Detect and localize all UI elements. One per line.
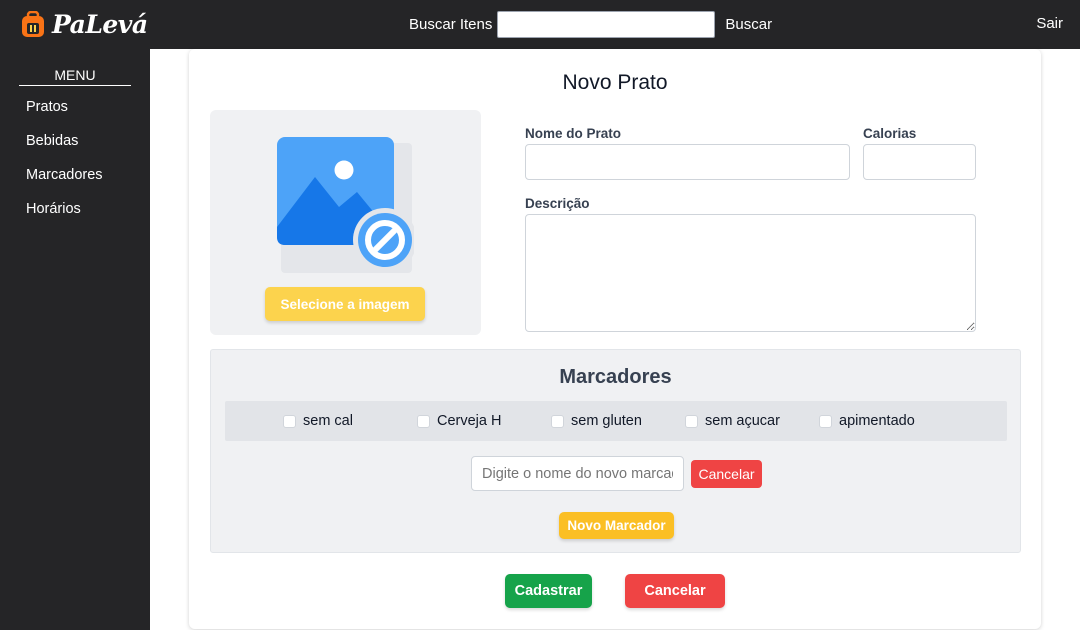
description-field[interactable] bbox=[525, 214, 976, 332]
checkbox[interactable] bbox=[819, 414, 832, 428]
tags-list: sem cal Cerveja H sem gluten sem açucar … bbox=[225, 401, 1007, 441]
search-bar: Buscar Itens Buscar bbox=[409, 11, 772, 38]
search-button[interactable]: Buscar bbox=[725, 16, 772, 33]
checkbox[interactable] bbox=[283, 414, 296, 428]
new-tag-input[interactable] bbox=[471, 456, 684, 491]
tag-label: sem gluten bbox=[571, 413, 642, 429]
tag-checkbox-sem-gluten[interactable]: sem gluten bbox=[551, 413, 642, 429]
app-name: PaLevá bbox=[52, 10, 148, 39]
select-image-button[interactable]: Selecione a imagem bbox=[265, 287, 425, 321]
tags-title: Marcadores bbox=[559, 366, 672, 388]
tag-label: apimentado bbox=[839, 413, 915, 429]
dish-name-field[interactable] bbox=[525, 144, 850, 180]
tag-checkbox-apimentado[interactable]: apimentado bbox=[819, 413, 915, 429]
page-title: Novo Prato bbox=[562, 71, 668, 94]
sidebar-item-pratos[interactable]: Pratos bbox=[26, 99, 68, 115]
search-input[interactable] bbox=[497, 11, 716, 38]
menu-title: MENU bbox=[19, 67, 131, 86]
app-logo[interactable]: PaLevá bbox=[20, 10, 148, 40]
sidebar-item-marcadores[interactable]: Marcadores bbox=[26, 167, 103, 183]
backpack-logo-icon bbox=[20, 10, 46, 39]
calories-label: Calorias bbox=[863, 126, 917, 141]
logout-link[interactable]: Sair bbox=[1036, 15, 1063, 32]
tag-checkbox-cerveja-h[interactable]: Cerveja H bbox=[417, 413, 501, 429]
description-label: Descrição bbox=[525, 196, 590, 211]
checkbox[interactable] bbox=[551, 414, 564, 428]
tag-label: sem cal bbox=[303, 413, 353, 429]
image-upload-panel: Selecione a imagem bbox=[210, 110, 481, 335]
dish-name-label: Nome do Prato bbox=[525, 126, 622, 141]
calories-field[interactable] bbox=[863, 144, 976, 180]
tags-panel: Marcadores sem cal Cerveja H sem gluten … bbox=[210, 349, 1021, 553]
sidebar: MENU Pratos Bebidas Marcadores Horários bbox=[0, 49, 150, 630]
sidebar-item-horarios[interactable]: Horários bbox=[26, 201, 81, 217]
cancel-new-tag-button[interactable]: Cancelar bbox=[691, 460, 762, 488]
submit-button[interactable]: Cadastrar bbox=[505, 574, 592, 608]
tag-checkbox-sem-acucar[interactable]: sem açucar bbox=[685, 413, 780, 429]
sidebar-item-bebidas[interactable]: Bebidas bbox=[26, 133, 78, 149]
new-tag-button[interactable]: Novo Marcador bbox=[559, 512, 674, 539]
checkbox[interactable] bbox=[417, 414, 430, 428]
top-navbar: PaLevá Buscar Itens Buscar Sair bbox=[0, 0, 1080, 49]
tag-label: Cerveja H bbox=[437, 413, 502, 429]
checkbox[interactable] bbox=[685, 414, 698, 428]
new-dish-form-card: Novo Prato Selecione a imagem Nome do Pr… bbox=[189, 49, 1041, 629]
cancel-button[interactable]: Cancelar bbox=[625, 574, 725, 608]
image-unavailable-icon bbox=[277, 137, 417, 276]
search-label: Buscar Itens bbox=[409, 16, 493, 33]
tag-label: sem açucar bbox=[705, 413, 780, 429]
tag-checkbox-sem-cal[interactable]: sem cal bbox=[283, 413, 353, 429]
